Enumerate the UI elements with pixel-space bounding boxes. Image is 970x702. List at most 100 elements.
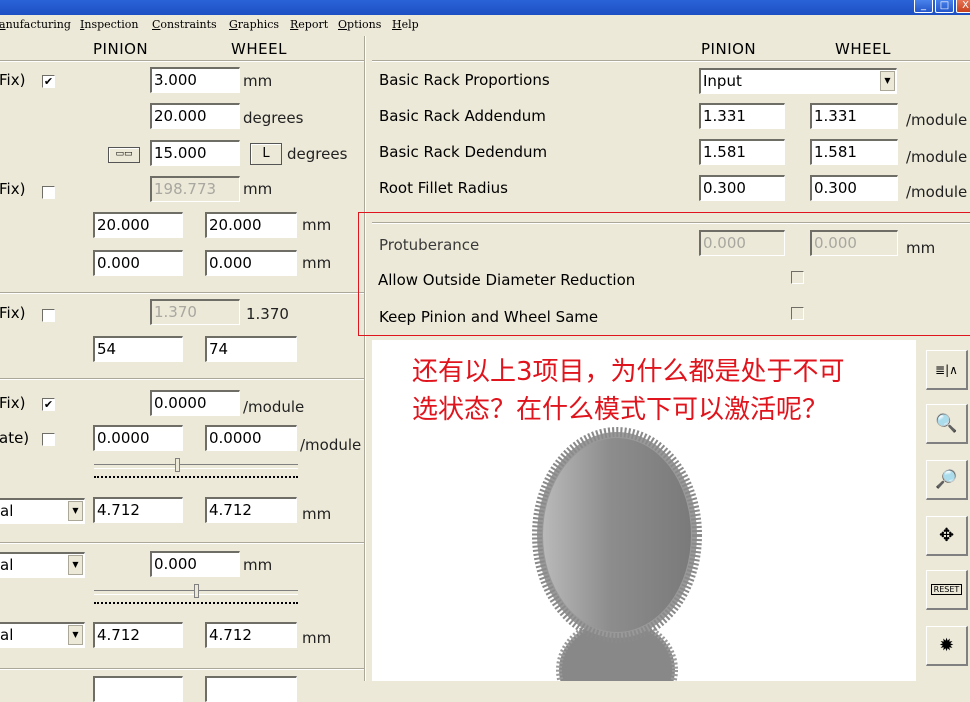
right-header-pinion: PINION [701,40,757,58]
row11-pinion-input[interactable]: 4.712 [93,497,183,523]
addendum-unit: /module [906,111,968,129]
row10-wheel-input[interactable]: 0.0000 [205,425,297,451]
zoom-in-icon: 🔍 [935,413,958,434]
root-fillet-wheel-input[interactable]: 0.300 [810,175,898,201]
reset-button[interactable]: RESET [926,570,968,610]
addendum-pinion-input[interactable]: 1.331 [699,103,785,129]
row10-pinion-input[interactable]: 0.0000 [93,425,183,451]
row1-unit: mm [243,72,273,90]
menu-constraints[interactable]: Constraints [152,18,217,31]
separator [0,292,365,294]
separator [0,60,365,62]
left-header-pinion: PINION [93,40,149,58]
row2-input[interactable]: 20.000 [150,103,240,129]
row13-combo[interactable]: al ▼ [0,622,85,648]
menu-inspection[interactable]: Inspection [80,18,138,31]
row3-input[interactable]: 15.000 [150,140,240,166]
menu-report[interactable]: Report [290,18,328,31]
menu-help[interactable]: Help [392,18,419,31]
row9-input[interactable]: 0.0000 [150,390,240,416]
row1-fix-checkbox[interactable]: ✔ [42,75,55,88]
row9-unit: /module [243,398,305,416]
row6-pinion-input[interactable]: 0.000 [93,250,183,276]
zoom-in-button[interactable]: 🔍 [926,404,968,444]
row5-wheel-input[interactable]: 20.000 [205,212,297,238]
row8-pinion-input[interactable]: 54 [93,336,183,362]
row13-pinion-input[interactable]: 4.712 [93,622,183,648]
row10-unit: /module [300,436,362,454]
row8-wheel-input[interactable]: 74 [205,336,297,362]
basic-rack-proportions-value: Input [703,72,742,90]
fit-view-button[interactable]: ≣|∧ [926,350,968,390]
row9-label: Fix) [0,394,26,412]
row11-combo[interactable]: al ▼ [0,498,85,524]
basic-rack-addendum-label: Basic Rack Addendum [379,107,546,125]
row14-wheel-input[interactable] [205,676,297,702]
highlight-box [358,212,970,336]
row7-value-text: 1.370 [246,305,289,323]
dedendum-pinion-input[interactable]: 1.581 [699,139,785,165]
row14-pinion-input[interactable] [93,676,183,702]
pan-button[interactable]: ✥ [926,516,968,556]
panel-divider [364,36,366,681]
row6-wheel-input[interactable]: 0.000 [205,250,297,276]
row7-label: Fix) [0,304,26,322]
maximize-button[interactable]: □ [935,0,954,13]
dedendum-unit: /module [906,148,968,166]
l-button[interactable]: L [250,143,282,165]
root-fillet-unit: /module [906,183,968,201]
row1-input[interactable]: 3.000 [150,67,240,93]
menu-manufacturing[interactable]: anufacturing [0,18,71,31]
annotation-line-2: 选状态？在什么模式下可以激活呢？ [412,395,829,425]
separator [0,542,365,544]
row4-input[interactable]: 198.773 [150,176,240,202]
calculator-icon: ▭▭ [115,149,133,159]
chevron-down-icon[interactable]: ▼ [68,501,83,521]
slider-thumb[interactable] [194,584,199,598]
chevron-down-icon[interactable]: ▼ [68,625,83,645]
right-header-wheel: WHEEL [835,40,891,58]
separator [372,60,970,62]
adjust-slider[interactable] [94,584,298,608]
row7-fix-checkbox[interactable] [42,309,55,322]
row9-fix-checkbox[interactable]: ✔ [42,398,55,411]
title-bar [0,0,970,15]
row11-wheel-input[interactable]: 4.712 [205,497,297,523]
row12-input[interactable]: 0.000 [150,551,240,577]
row10-checkbox[interactable] [42,433,55,446]
chevron-down-icon[interactable]: ▼ [68,555,83,575]
left-header-wheel: WHEEL [231,40,287,58]
zoom-out-icon: 🔎 [935,469,958,490]
reset-label: RESET [930,584,963,595]
chevron-down-icon[interactable]: ▼ [880,71,895,91]
row12-combo-value: al [0,556,14,574]
fit-view-icon: ≣|∧ [935,363,958,377]
zoom-out-button[interactable]: 🔎 [926,460,968,500]
row13-wheel-input[interactable]: 4.712 [205,622,297,648]
basic-rack-dedendum-label: Basic Rack Dedendum [379,143,548,161]
menu-options[interactable]: Options [338,18,381,31]
dedendum-wheel-input[interactable]: 1.581 [810,139,898,165]
row4-fix-checkbox[interactable] [42,186,55,199]
separator [0,668,365,670]
adjust-slider[interactable] [94,458,298,482]
menu-graphics[interactable]: Graphics [229,18,279,31]
calculator-button[interactable]: ▭▭ [108,147,140,163]
row5-pinion-input[interactable]: 20.000 [93,212,183,238]
slider-thumb[interactable] [175,458,180,472]
root-fillet-pinion-input[interactable]: 0.300 [699,175,785,201]
row13-combo-value: al [0,626,14,644]
row3-unit: degrees [287,145,348,163]
row6-unit: mm [302,254,332,272]
row4-label: Fix) [0,180,26,198]
basic-rack-proportions-label: Basic Rack Proportions [379,71,550,89]
basic-rack-proportions-select[interactable]: Input ▼ [699,68,897,94]
row12-combo[interactable]: al ▼ [0,552,85,578]
row7-input[interactable]: 1.370 [150,299,240,325]
row4-unit: mm [243,180,273,198]
minimize-button[interactable]: _ [914,0,933,13]
addendum-wheel-input[interactable]: 1.331 [810,103,898,129]
close-button[interactable]: X [956,0,970,13]
row5-unit: mm [302,216,332,234]
gear-view-button[interactable]: ✹ [926,626,968,666]
